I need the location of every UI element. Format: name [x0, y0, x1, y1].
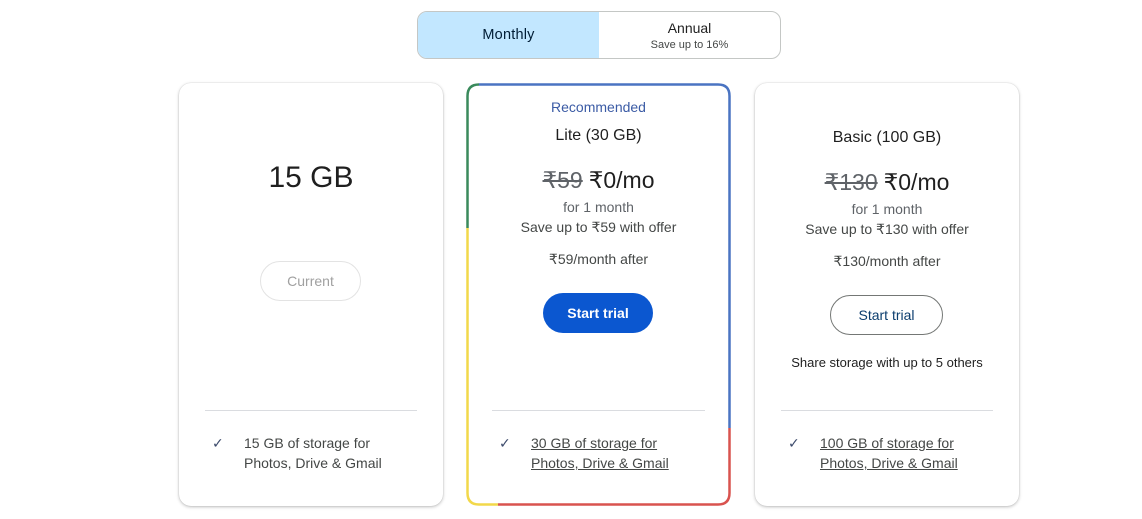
offer-savings: Save up to ₹130 with offer — [805, 221, 969, 237]
price-after-offer: ₹130/month after — [833, 253, 941, 269]
offer-price: ₹0/mo — [883, 169, 950, 195]
feature-line-1: 15 GB of storage for — [244, 435, 371, 451]
annual-label: Annual — [667, 19, 712, 36]
plan-card-lite: Recommended Lite (30 GB) ₹59 ₹0/mo for 1 … — [466, 83, 731, 506]
offer-savings: Save up to ₹59 with offer — [520, 219, 677, 235]
check-icon: ✓ — [499, 435, 511, 451]
feature-link[interactable]: 30 GB of storage for Photos, Drive & Gma… — [531, 433, 669, 473]
divider — [492, 410, 705, 411]
annual-savings-label: Save up to 16% — [650, 38, 729, 51]
divider — [781, 410, 993, 411]
feature-line-1: 30 GB of storage for — [531, 435, 658, 451]
check-icon: ✓ — [788, 435, 800, 451]
billing-period-toggle: Monthly Annual Save up to 16% — [417, 11, 781, 59]
divider — [205, 410, 417, 411]
original-price: ₹59 — [542, 167, 583, 193]
feature-line-1: 100 GB of storage for — [820, 435, 954, 451]
feature-line-2: Photos, Drive & Gmail — [244, 455, 382, 471]
annual-tab[interactable]: Annual Save up to 16% — [599, 12, 780, 58]
storage-amount: 15 GB — [268, 161, 354, 194]
feature-item: ✓ 15 GB of storage for Photos, Drive & G… — [212, 433, 382, 473]
feature-line-2: Photos, Drive & Gmail — [820, 455, 958, 471]
feature-item: ✓ 100 GB of storage for Photos, Drive & … — [788, 433, 958, 473]
recommended-badge: Recommended — [551, 99, 646, 115]
price-after-offer: ₹59/month after — [548, 251, 649, 267]
feature-item: ✓ 30 GB of storage for Photos, Drive & G… — [499, 433, 669, 473]
check-icon: ✓ — [212, 435, 224, 451]
offer-price: ₹0/mo — [588, 167, 655, 193]
price: ₹130 ₹0/mo — [755, 169, 1019, 196]
current-plan-button[interactable]: Current — [260, 261, 361, 301]
plan-name: Basic (100 GB) — [832, 129, 942, 146]
feature-link[interactable]: 100 GB of storage for Photos, Drive & Gm… — [820, 433, 958, 473]
offer-duration: for 1 month — [563, 199, 634, 215]
start-trial-button[interactable]: Start trial — [543, 293, 653, 333]
plan-name: Lite (30 GB) — [555, 127, 642, 144]
start-trial-button[interactable]: Start trial — [830, 295, 943, 335]
offer-duration: for 1 month — [851, 201, 923, 217]
monthly-tab[interactable]: Monthly — [418, 12, 599, 58]
feature-line-2: Photos, Drive & Gmail — [531, 455, 669, 471]
family-sharing-note: Share storage with up to 5 others — [791, 355, 983, 370]
feature-text: 15 GB of storage for Photos, Drive & Gma… — [244, 433, 382, 473]
plan-card-basic: Basic (100 GB) ₹130 ₹0/mo for 1 month Sav… — [755, 83, 1019, 506]
plan-card-free: 15 GB Current ✓ 15 GB of storage for Pho… — [179, 83, 443, 506]
original-price: ₹130 — [824, 169, 878, 195]
monthly-label: Monthly — [482, 27, 535, 43]
price: ₹59 ₹0/mo — [466, 167, 731, 194]
